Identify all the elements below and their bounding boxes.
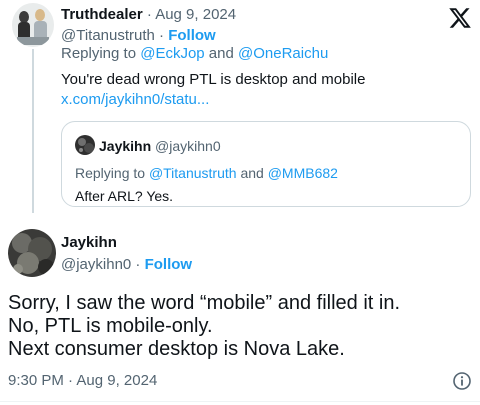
parent-header: Truthdealer · Aug 9, 2024: [61, 6, 236, 24]
parent-tweet-text: You're dead wrong PTL is desktop and mob…: [61, 70, 365, 110]
info-icon[interactable]: [452, 371, 472, 391]
parent-handle-row: @Titanustruth · Follow: [61, 27, 216, 45]
parent-follow-separator: ·: [154, 27, 169, 44]
quote-header: Jaykihn @jaykihn0: [99, 137, 221, 155]
main-follow-separator: ·: [131, 256, 145, 273]
parent-tweet-link[interactable]: x.com/jaykihn0/statu...: [61, 90, 365, 110]
quote-replying-user[interactable]: @Titanustruth: [149, 165, 237, 181]
quote-replying-user[interactable]: @MMB682: [268, 165, 338, 181]
replying-prefix: Replying to: [61, 45, 141, 62]
parent-handle[interactable]: @Titanustruth: [61, 27, 155, 44]
x-logo-icon[interactable]: [448, 6, 472, 30]
quote-handle: @jaykihn0: [155, 138, 221, 154]
main-follow-button[interactable]: Follow: [145, 256, 193, 273]
quoted-tweet-card[interactable]: Jaykihn @jaykihn0 Replying to @Titanustr…: [61, 121, 471, 207]
main-handle-row: @jaykihn0 · Follow: [61, 256, 192, 274]
replying-user-link[interactable]: @EckJop: [140, 45, 204, 62]
quote-replying-to: Replying to @Titanustruth and @MMB682: [75, 163, 338, 183]
parent-date[interactable]: Aug 9, 2024: [155, 6, 236, 23]
parent-separator: ·: [142, 6, 156, 23]
timestamp-date: Aug 9, 2024: [76, 372, 158, 389]
main-handle[interactable]: @jaykihn0: [61, 256, 131, 273]
thread-line: [32, 49, 34, 213]
parent-replying-to: Replying to @EckJop and @OneRaichu: [61, 44, 328, 64]
parent-author-name[interactable]: Truthdealer: [61, 6, 143, 23]
main-tweet-line: Sorry, I saw the word “mobile” and fille…: [8, 292, 401, 314]
replying-and: and: [204, 45, 239, 62]
parent-body-text: You're dead wrong PTL is desktop and mob…: [61, 71, 366, 88]
parent-avatar[interactable]: [12, 3, 54, 47]
quote-body-text: After ARL? Yes.: [75, 188, 174, 204]
main-avatar[interactable]: [8, 229, 56, 277]
main-tweet-line: No, PTL is mobile-only.: [8, 315, 213, 337]
quote-replying-and: and: [236, 165, 268, 181]
quote-replying-prefix: Replying to: [75, 165, 149, 181]
tweet-timestamp[interactable]: 9:30 PM · Aug 9, 2024: [8, 371, 157, 391]
timestamp-separator: ·: [63, 372, 77, 389]
replying-user-link[interactable]: @OneRaichu: [238, 45, 328, 62]
bottom-divider: [0, 401, 480, 402]
parent-follow-button[interactable]: Follow: [168, 27, 216, 44]
main-tweet-text: Sorry, I saw the word “mobile” and fille…: [8, 292, 474, 361]
timestamp-time: 9:30 PM: [8, 372, 64, 389]
main-tweet-line: Next consumer desktop is Nova Lake.: [8, 338, 345, 360]
quote-author-name: Jaykihn: [99, 138, 152, 154]
main-author-name[interactable]: Jaykihn: [61, 234, 117, 252]
quote-avatar: [75, 135, 95, 155]
